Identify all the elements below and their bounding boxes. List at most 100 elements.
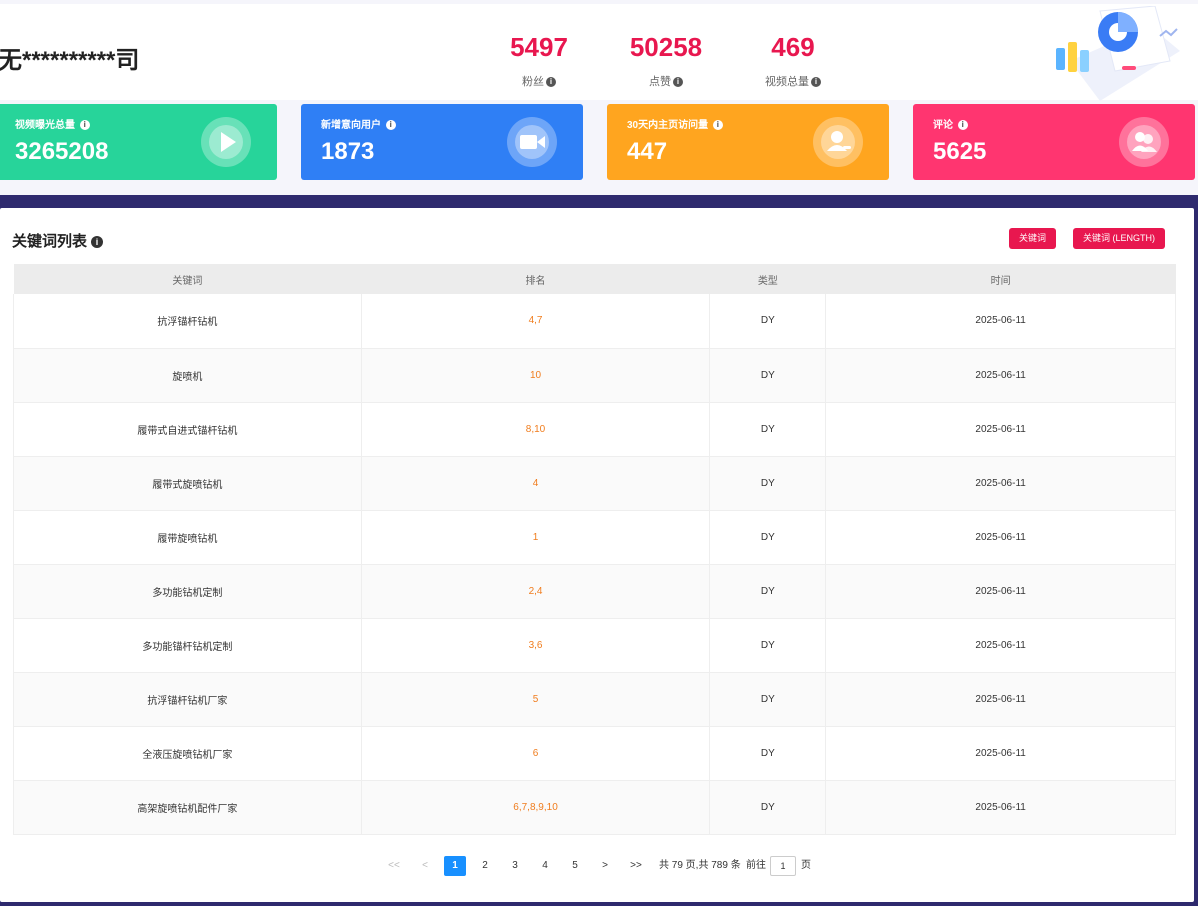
keyword-button[interactable]: 关键词 [1009,228,1057,249]
metric-card-exposure[interactable]: 视频曝光总量 i 3265208 [0,104,277,180]
metric-label: 新增意向用户 i [321,116,396,131]
video-camera-icon [507,117,557,167]
goto-label: 前往 [746,860,766,871]
pagination-summary: 共 79 页,共 789 条 [659,860,741,871]
rank-cell: 1 [361,510,711,565]
last-page-button[interactable]: >> [625,856,647,876]
metric-label: 视频曝光总量 i [15,116,90,131]
next-page-button[interactable]: > [594,856,616,876]
rank-cell: 8,10 [361,402,711,457]
type-cell: DY [709,510,827,565]
table-row: 履带式自进式锚杆钻机 8,10 DY 2025-06-11 [13,402,1176,457]
keyword-cell: 高架旋喷钻机配件厂家 [13,780,362,835]
keyword-cell: 抗浮锚杆钻机厂家 [13,672,362,727]
keyword-cell: 多功能锚杆钻机定制 [13,618,362,673]
rank-cell: 6,7,8,9,10 [361,780,711,835]
table-row: 全液压旋喷钻机厂家 6 DY 2025-06-11 [13,726,1176,781]
date-cell: 2025-06-11 [825,618,1176,673]
date-cell: 2025-06-11 [825,294,1176,349]
rank-cell: 2,4 [361,564,711,619]
date-cell: 2025-06-11 [825,726,1176,781]
info-icon[interactable]: i [957,120,968,131]
goto-page-input[interactable]: 1 [770,856,796,876]
page-button-2[interactable]: 2 [474,856,496,876]
keyword-cell: 履带旋喷钻机 [13,510,362,565]
info-icon[interactable]: i [385,120,396,131]
date-cell: 2025-06-11 [825,564,1176,619]
date-cell: 2025-06-11 [825,402,1176,457]
info-icon[interactable]: i [673,77,683,88]
type-cell: DY [709,348,827,403]
metric-label: 评论 i [933,116,968,131]
play-icon [201,117,251,167]
table-row: 抗浮锚杆钻机厂家 5 DY 2025-06-11 [13,672,1176,727]
page-button-1[interactable]: 1 [444,856,466,876]
page-suffix-label: 页 [801,860,811,871]
table-row: 高架旋喷钻机配件厂家 6,7,8,9,10 DY 2025-06-11 [13,780,1176,835]
column-header-type[interactable]: 类型 [709,264,826,294]
rank-cell: 3,6 [361,618,711,673]
rank-cell: 4,7 [361,294,711,349]
stat-fans: 5497 粉丝 i [500,32,578,89]
account-header: 无**********司 5497 粉丝 i 50258 点赞 i 469 视频总量… [0,4,1198,101]
rank-cell: 4 [361,456,711,511]
metric-value: 1873 [321,138,375,165]
type-cell: DY [709,402,827,457]
analytics-illustration-icon [1056,6,1180,101]
keyword-length-button[interactable]: 关键词 (LENGTH) [1073,228,1166,249]
users-icon [1119,117,1169,167]
page-button-3[interactable]: 3 [504,856,526,876]
stat-fans-value: 5497 [510,32,568,62]
column-header-rank[interactable]: 排名 [361,264,710,294]
info-icon[interactable]: i [79,120,90,131]
type-cell: DY [709,564,827,619]
keyword-cell: 全液压旋喷钻机厂家 [13,726,362,781]
dashboard-top: 无**********司 5497 粉丝 i 50258 点赞 i 469 视频总量… [0,0,1198,195]
info-icon[interactable]: i [91,236,104,249]
stat-likes-value: 50258 [629,32,703,62]
metric-value: 3265208 [15,138,109,165]
rank-cell: 5 [361,672,711,727]
page-button-4[interactable]: 4 [534,856,556,876]
metric-value: 447 [627,138,668,165]
stat-videos-value: 469 [771,32,815,62]
rank-cell: 10 [361,348,711,403]
keyword-cell: 履带式自进式锚杆钻机 [13,402,362,457]
page-button-5[interactable]: 5 [564,856,586,876]
type-cell: DY [709,294,827,349]
date-cell: 2025-06-11 [825,348,1176,403]
keyword-panel: 关键词列表 i 关键词 关键词 (LENGTH) 关键词 排名 类型 时间 抗浮锚… [0,208,1194,902]
table-header-row: 关键词 排名 类型 时间 [13,264,1176,294]
metric-card-comments[interactable]: 评论 i 5625 [913,104,1195,180]
table-row: 多功能锚杆钻机定制 3,6 DY 2025-06-11 [13,618,1176,673]
stat-likes-label: 点赞 i [622,73,710,89]
type-cell: DY [709,780,827,835]
stat-videos-label: 视频总量 i [755,73,831,89]
info-icon[interactable]: i [712,120,723,131]
table-row: 多功能钻机定制 2,4 DY 2025-06-11 [13,564,1176,619]
info-icon[interactable]: i [546,77,556,88]
keyword-cell: 旋喷机 [13,348,362,403]
keyword-panel-title: 关键词列表 i [12,230,104,251]
stat-videos: 469 视频总量 i [755,32,831,89]
metric-value: 5625 [933,138,987,165]
column-header-keyword[interactable]: 关键词 [13,264,362,294]
metric-label: 30天内主页访问量 i [627,116,723,131]
date-cell: 2025-06-11 [825,672,1176,727]
first-page-button[interactable]: << [383,856,405,876]
keyword-cell: 多功能钻机定制 [13,564,362,619]
column-header-date[interactable]: 时间 [825,264,1176,294]
type-cell: DY [709,456,827,511]
type-cell: DY [709,618,827,673]
prev-page-button[interactable]: < [414,856,436,876]
table-row: 抗浮锚杆钻机 4,7 DY 2025-06-11 [13,294,1176,349]
metric-card-new-users[interactable]: 新增意向用户 i 1873 [301,104,583,180]
metric-card-visits[interactable]: 30天内主页访问量 i 447 [607,104,889,180]
stat-likes: 50258 点赞 i [622,32,710,89]
date-cell: 2025-06-11 [825,510,1176,565]
table-row: 履带旋喷钻机 1 DY 2025-06-11 [13,510,1176,565]
company-name: 无**********司 [0,47,140,74]
info-icon[interactable]: i [811,77,821,88]
type-cell: DY [709,726,827,781]
user-icon [813,117,863,167]
